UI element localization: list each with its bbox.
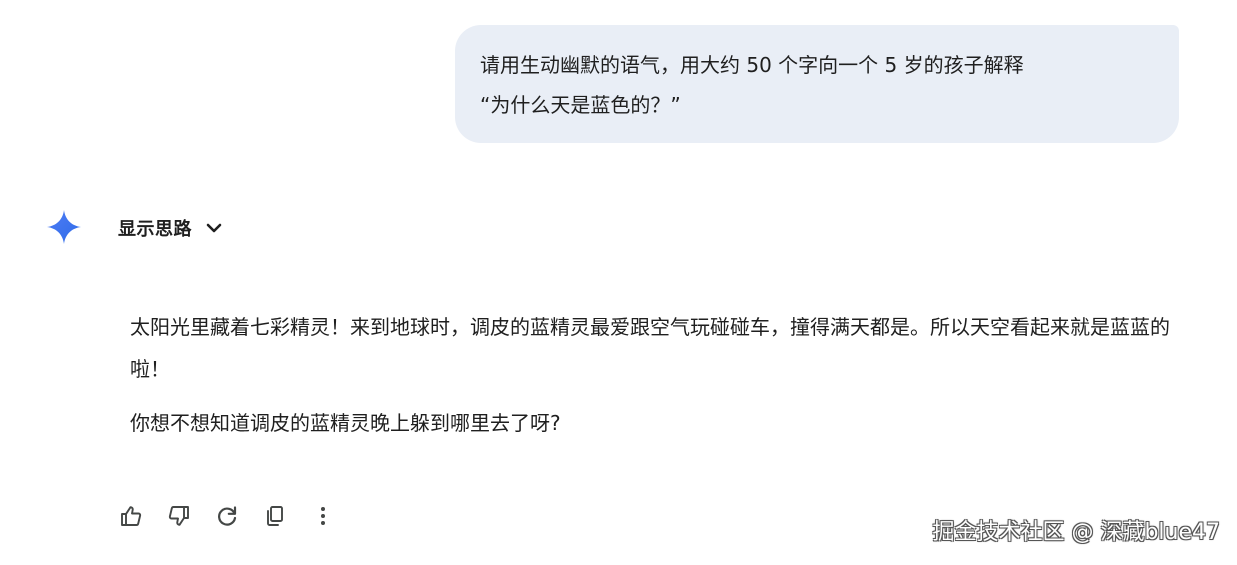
more-options-button[interactable] [309,502,337,530]
watermark: 掘金技术社区 @ 深藏blue47 [932,520,1220,545]
thumbs-down-icon [168,506,189,526]
show-thinking-toggle[interactable]: 显示思路 [118,213,224,243]
assistant-response: 太阳光里藏着七彩精灵！来到地球时，调皮的蓝精灵最爱跟空气玩碰碰车，撞得满天都是。… [130,306,1190,444]
response-paragraph: 太阳光里藏着七彩精灵！来到地球时，调皮的蓝精灵最爱跟空气玩碰碰车，撞得满天都是。… [130,315,1170,381]
chat-page: 请用生动幽默的语气，用大约 50 个字向一个 5 岁的孩子解释 “为什么天是蓝色… [0,0,1237,565]
user-message-line: “为什么天是蓝色的？” [480,93,681,117]
response-actions [117,502,357,530]
gemini-sparkle-icon [46,209,82,245]
show-thinking-label: 显示思路 [118,219,192,240]
copy-icon [267,506,283,526]
more-vert-icon [321,507,325,525]
regenerate-button[interactable] [213,502,241,530]
user-message-bubble: 请用生动幽默的语气，用大约 50 个字向一个 5 岁的孩子解释 “为什么天是蓝色… [455,25,1179,143]
thumbs-down-button[interactable] [165,502,193,530]
thumbs-up-button[interactable] [117,502,145,530]
chevron-down-icon [206,223,222,233]
response-paragraph: 你想不想知道调皮的蓝精灵晚上躲到哪里去了呀? [130,411,561,435]
regenerate-icon [218,506,237,526]
user-message-line: 请用生动幽默的语气，用大约 50 个字向一个 5 岁的孩子解释 [480,53,1024,77]
thumbs-up-icon [121,506,142,526]
copy-button[interactable] [261,502,289,530]
